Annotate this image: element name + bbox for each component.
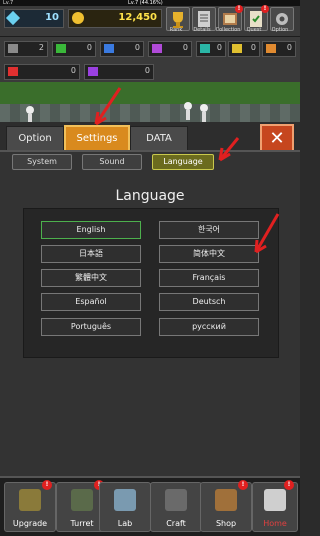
nav-lab-button[interactable]: Lab — [99, 482, 151, 532]
nav-home-label: Home — [263, 519, 287, 528]
upgrade-alert-badge: ! — [42, 480, 52, 490]
lab-flask-icon — [114, 489, 136, 511]
nav-upgrade-label: Upgrade — [12, 519, 48, 528]
craft-hammer-icon — [165, 489, 187, 511]
home-alert-badge: ! — [284, 480, 294, 490]
nav-craft-button[interactable]: Craft — [150, 482, 202, 532]
turret-icon — [71, 489, 93, 511]
nav-craft-label: Craft — [166, 519, 186, 528]
home-icon — [264, 489, 286, 511]
nav-lab-label: Lab — [117, 519, 133, 528]
arrow-simplified-chinese — [254, 213, 280, 253]
annotation-arrows — [94, 87, 280, 254]
shop-alert-badge: ! — [238, 480, 248, 490]
arrow-settings — [94, 87, 122, 125]
shop-bag-icon — [215, 489, 237, 511]
upgrade-icon — [19, 489, 41, 511]
nav-shop-label: Shop — [215, 519, 237, 528]
